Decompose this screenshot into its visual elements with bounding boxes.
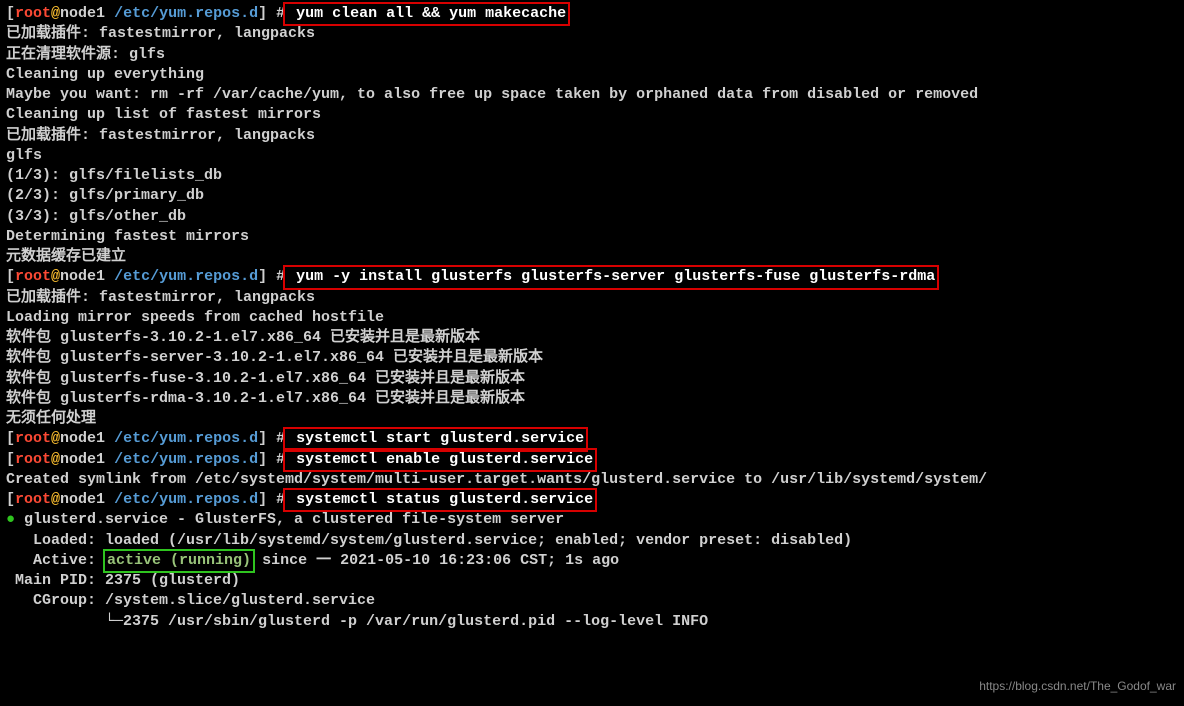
- terminal-output: [root@node1 /etc/yum.repos.d] # yum clea…: [6, 4, 1178, 632]
- output-line: 软件包 glusterfs-server-3.10.2-1.el7.x86_64…: [6, 348, 1178, 368]
- status-dot-icon: ●: [6, 511, 15, 528]
- output-line: Determining fastest mirrors: [6, 227, 1178, 247]
- output-line: Loading mirror speeds from cached hostfi…: [6, 308, 1178, 328]
- output-line: 软件包 glusterfs-3.10.2-1.el7.x86_64 已安装并且是…: [6, 328, 1178, 348]
- command-systemctl-enable: systemctl enable glusterd.service: [285, 450, 595, 470]
- watermark: https://blog.csdn.net/The_Godof_war: [979, 678, 1176, 694]
- status-mainpid: Main PID: 2375 (glusterd): [6, 571, 1178, 591]
- command-systemctl-status: systemctl status glusterd.service: [285, 490, 595, 510]
- command-systemctl-start: systemctl start glusterd.service: [285, 429, 586, 449]
- output-line: 已加载插件: fastestmirror, langpacks: [6, 288, 1178, 308]
- prompt-line-1[interactable]: [root@node1 /etc/yum.repos.d] # yum clea…: [6, 4, 1178, 24]
- prompt-line-5[interactable]: [root@node1 /etc/yum.repos.d] # systemct…: [6, 490, 1178, 510]
- output-line: 软件包 glusterfs-fuse-3.10.2-1.el7.x86_64 已…: [6, 369, 1178, 389]
- status-cgroup-child: └─2375 /usr/sbin/glusterd -p /var/run/gl…: [6, 612, 1178, 632]
- status-title: ● glusterd.service - GlusterFS, a cluste…: [6, 510, 1178, 530]
- active-running-badge: active (running): [105, 551, 253, 571]
- output-line: (2/3): glfs/primary_db: [6, 186, 1178, 206]
- prompt-line-4[interactable]: [root@node1 /etc/yum.repos.d] # systemct…: [6, 450, 1178, 470]
- output-line: 无须任何处理: [6, 409, 1178, 429]
- command-yum-clean: yum clean all && yum makecache: [285, 4, 568, 24]
- output-line: Cleaning up list of fastest mirrors: [6, 105, 1178, 125]
- prompt-line-2[interactable]: [root@node1 /etc/yum.repos.d] # yum -y i…: [6, 267, 1178, 287]
- output-line: (3/3): glfs/other_db: [6, 207, 1178, 227]
- command-yum-install: yum -y install glusterfs glusterfs-serve…: [285, 267, 937, 287]
- output-line: 软件包 glusterfs-rdma-3.10.2-1.el7.x86_64 已…: [6, 389, 1178, 409]
- prompt-line-3[interactable]: [root@node1 /etc/yum.repos.d] # systemct…: [6, 429, 1178, 449]
- output-line: (1/3): glfs/filelists_db: [6, 166, 1178, 186]
- output-line: 已加载插件: fastestmirror, langpacks: [6, 126, 1178, 146]
- output-line: Created symlink from /etc/systemd/system…: [6, 470, 1178, 490]
- status-cgroup: CGroup: /system.slice/glusterd.service: [6, 591, 1178, 611]
- status-active: Active: active (running) since 一 2021-05…: [6, 551, 1178, 571]
- output-line: glfs: [6, 146, 1178, 166]
- output-line: 元数据缓存已建立: [6, 247, 1178, 267]
- output-line: 正在清理软件源: glfs: [6, 45, 1178, 65]
- output-line: 已加载插件: fastestmirror, langpacks: [6, 24, 1178, 44]
- output-line: Cleaning up everything: [6, 65, 1178, 85]
- output-line: Maybe you want: rm -rf /var/cache/yum, t…: [6, 85, 1178, 105]
- status-loaded: Loaded: loaded (/usr/lib/systemd/system/…: [6, 531, 1178, 551]
